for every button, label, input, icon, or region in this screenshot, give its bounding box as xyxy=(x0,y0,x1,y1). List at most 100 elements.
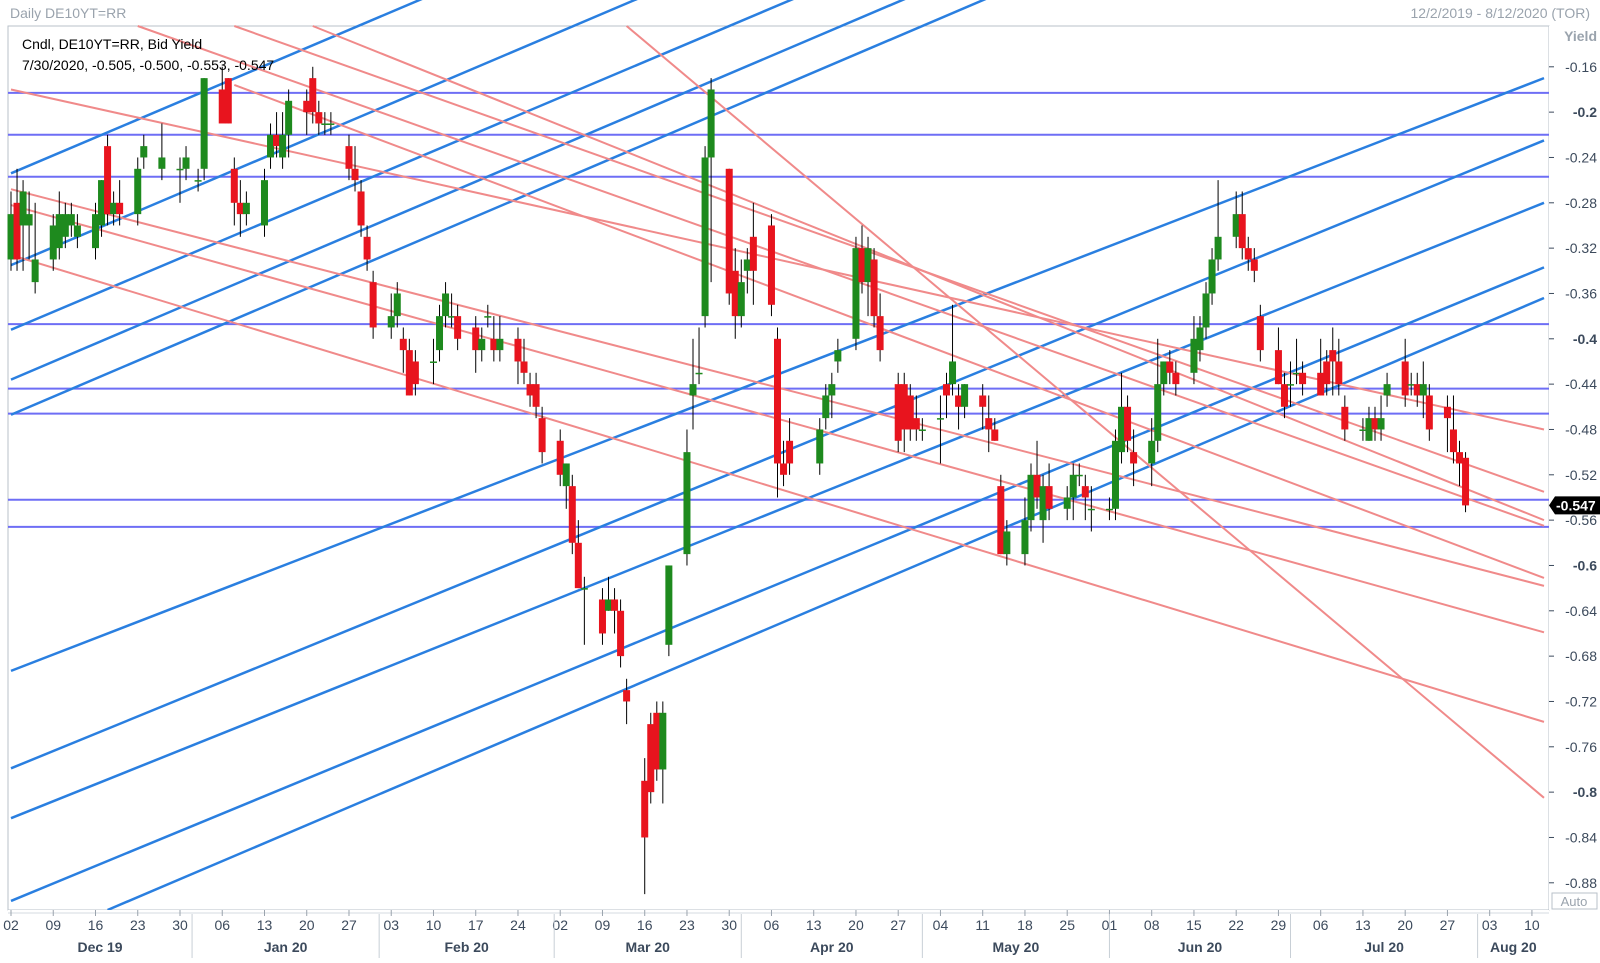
x-day-label: 10 xyxy=(426,917,442,933)
candle-body-down xyxy=(1456,452,1464,464)
y-tick-label: -0.72 xyxy=(1565,693,1597,709)
candle[interactable] xyxy=(997,474,1005,555)
header-bar xyxy=(0,0,1600,26)
candle-body-up xyxy=(176,168,184,171)
candle-body-up xyxy=(61,214,69,237)
x-day-label: 02 xyxy=(3,917,19,933)
x-month-label: May 20 xyxy=(993,939,1040,955)
candle-body-up xyxy=(194,180,202,182)
candle-body-up xyxy=(1377,418,1385,430)
x-day-label: 13 xyxy=(806,917,822,933)
candle-body-down xyxy=(315,112,323,124)
legend-series: Cndl, DE10YT=RR, Bid Yield xyxy=(22,36,202,52)
candle[interactable] xyxy=(104,134,112,226)
y-tick-label: -0.8 xyxy=(1573,784,1597,800)
candlestick-chart[interactable]: Daily DE10YT=RR 12/2/2019 - 8/12/2020 (T… xyxy=(0,0,1600,958)
candle-body-up xyxy=(816,429,824,464)
candle-body-up xyxy=(1287,384,1295,386)
candle[interactable] xyxy=(568,474,576,555)
candle-body-up xyxy=(1202,293,1210,328)
candle-body-up xyxy=(7,214,15,260)
last-value-marker: -0.547 xyxy=(1549,496,1600,515)
plot-area[interactable] xyxy=(7,25,1550,911)
candle[interactable] xyxy=(701,146,709,328)
candle-body-up xyxy=(1087,508,1095,511)
x-day-label: 18 xyxy=(1017,917,1033,933)
candle-body-up xyxy=(1383,384,1391,396)
candle-body-up xyxy=(1214,236,1222,260)
candle-body-up xyxy=(182,157,190,169)
y-tick-label: -0.6 xyxy=(1573,557,1597,573)
x-day-label: 20 xyxy=(1397,917,1413,933)
candle-body-down xyxy=(991,429,999,441)
candle-body-down xyxy=(1045,486,1053,509)
candle-body-up xyxy=(1293,372,1301,375)
candle[interactable] xyxy=(725,168,733,305)
candle-body-down xyxy=(1425,395,1433,430)
x-day-label: 16 xyxy=(88,917,104,933)
candle-body-up xyxy=(665,565,673,645)
candle-body-up xyxy=(158,157,166,169)
candle-body-down xyxy=(1130,452,1138,464)
candle-body-up xyxy=(605,599,613,611)
candle-body-down xyxy=(411,361,419,385)
candle[interactable] xyxy=(224,78,232,124)
y-tick-label: -0.44 xyxy=(1565,376,1597,392)
x-month-label: Jan 20 xyxy=(264,939,308,955)
candle[interactable] xyxy=(894,372,902,453)
x-day-label: 25 xyxy=(1059,917,1075,933)
candle-body-down xyxy=(1124,406,1132,441)
candle-body-down xyxy=(399,338,407,351)
candle-body-up xyxy=(429,361,437,363)
x-day-label: 11 xyxy=(975,917,990,933)
candle-body-up xyxy=(1075,474,1083,477)
candle[interactable] xyxy=(1462,452,1470,513)
candle-body-up xyxy=(279,134,287,158)
candle-body-up xyxy=(1407,384,1415,386)
candle[interactable] xyxy=(653,701,661,781)
candle-body-down xyxy=(617,610,625,657)
auto-scale-label[interactable]: Auto xyxy=(1561,894,1588,909)
candle[interactable] xyxy=(1111,429,1119,521)
x-month-label: Apr 20 xyxy=(810,939,854,955)
x-day-label: 04 xyxy=(933,917,949,933)
candle-body-up xyxy=(25,214,33,226)
y-tick-label: -0.28 xyxy=(1565,195,1597,211)
candle-body-up xyxy=(73,225,81,237)
candle-body-down xyxy=(870,259,878,317)
candle-body-up xyxy=(140,146,148,158)
candle-body-up xyxy=(496,338,504,351)
candle[interactable] xyxy=(870,248,878,328)
x-day-label: 29 xyxy=(1271,917,1287,933)
candle[interactable] xyxy=(665,565,673,657)
candle-body-up xyxy=(393,293,401,317)
candle-body-down xyxy=(858,248,866,283)
y-axis-title: Yield xyxy=(1564,28,1597,44)
chart-title: Daily DE10YT=RR xyxy=(10,5,126,21)
candle-body-down xyxy=(1081,486,1089,498)
candle-body-down xyxy=(309,78,317,113)
candle-body-up xyxy=(1196,327,1204,351)
candle-body-up xyxy=(448,316,456,318)
candle[interactable] xyxy=(767,214,775,317)
candle-body-up xyxy=(852,248,860,339)
y-tick-label: -0.4 xyxy=(1573,331,1597,347)
candle-body-down xyxy=(1280,384,1288,407)
candle-body-up xyxy=(134,168,142,215)
candle-body-down xyxy=(997,486,1005,555)
y-tick-label: -0.36 xyxy=(1565,285,1597,301)
x-day-label: 10 xyxy=(1524,917,1540,933)
candle-body-down xyxy=(894,384,902,441)
y-tick-label: -0.2 xyxy=(1573,104,1597,120)
candle[interactable] xyxy=(647,712,655,804)
candle-body-down xyxy=(568,486,576,543)
candle[interactable] xyxy=(200,78,208,181)
candle-body-up xyxy=(1069,474,1077,498)
candle-body-down xyxy=(1274,350,1282,385)
candle-body-down xyxy=(514,338,522,362)
candle-body-down xyxy=(1317,372,1325,396)
candle[interactable] xyxy=(852,236,860,351)
candle-body-down xyxy=(647,724,655,793)
candle-body-down xyxy=(230,168,238,203)
candle-body-down xyxy=(472,327,480,351)
